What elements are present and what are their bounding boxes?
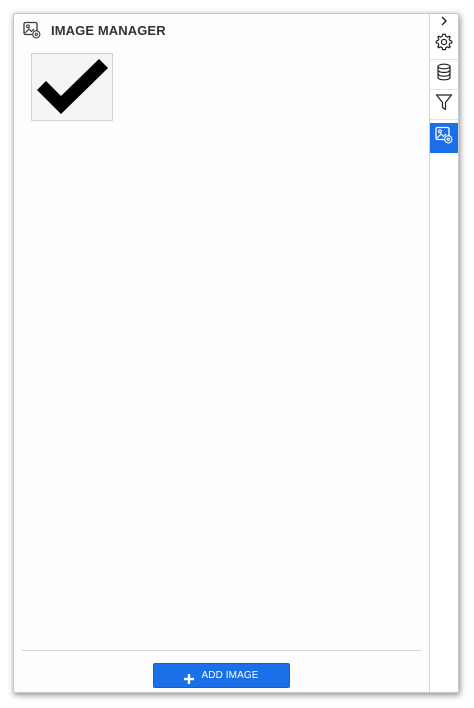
footer-divider	[22, 650, 421, 651]
rail-item-image-manager[interactable]	[430, 123, 458, 153]
checkmark-icon	[37, 59, 108, 114]
chevron-right-icon	[440, 13, 448, 31]
image-manager-panel: IMAGE MANAGER ADD IMAGE	[14, 14, 429, 692]
add-image-label: ADD IMAGE	[201, 670, 259, 681]
image-grid	[31, 53, 113, 121]
properties-panel: IMAGE MANAGER ADD IMAGE	[13, 13, 459, 693]
rail-item-data-source[interactable]	[430, 60, 458, 90]
panel-header: IMAGE MANAGER	[23, 19, 166, 41]
gear-icon	[435, 33, 453, 56]
rail-item-filter[interactable]	[430, 90, 458, 120]
rail-item-settings[interactable]	[430, 30, 458, 60]
filter-icon	[435, 93, 453, 116]
plus-icon	[184, 671, 195, 684]
image-settings-icon	[435, 126, 453, 149]
add-image-button[interactable]: ADD IMAGE	[153, 663, 290, 688]
page-title: IMAGE MANAGER	[51, 22, 166, 38]
database-icon	[436, 63, 452, 86]
side-rail	[429, 14, 458, 692]
image-thumbnail[interactable]	[31, 53, 113, 121]
collapse-button[interactable]	[430, 14, 458, 30]
image-settings-icon	[23, 21, 41, 39]
